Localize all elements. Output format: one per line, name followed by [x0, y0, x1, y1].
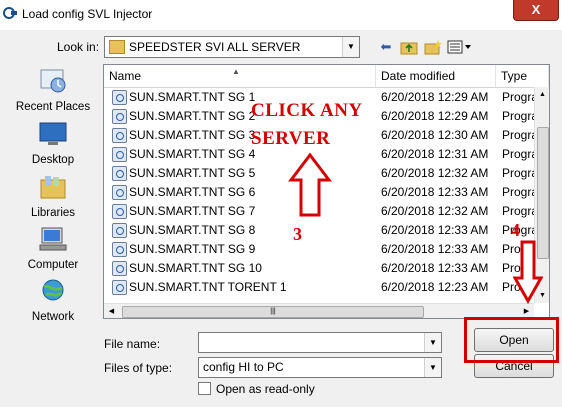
scroll-thumb[interactable]: ||| — [122, 306, 424, 318]
file-name: SUN.SMART.TNT SG 1 — [129, 90, 256, 104]
scroll-left-icon[interactable]: ◀ — [104, 304, 119, 318]
config-file-icon — [112, 223, 127, 238]
column-type[interactable]: Type — [496, 65, 549, 87]
new-folder-icon[interactable] — [423, 39, 443, 55]
annotation-step-4: 4 — [511, 220, 520, 240]
file-type: Progra — [502, 128, 539, 142]
file-type: Progra — [502, 147, 539, 161]
file-type: Progra — [502, 166, 539, 180]
file-type: Progra — [502, 185, 539, 199]
file-name: SUN.SMART.TNT SG 6 — [129, 185, 256, 199]
place-desktop[interactable]: Desktop — [8, 121, 98, 166]
window-title: Load config SVL Injector — [22, 7, 153, 21]
file-date: 6/20/2018 12:23 AM — [381, 280, 489, 294]
read-only-label: Open as read-only — [216, 382, 315, 396]
file-date: 6/20/2018 12:31 AM — [381, 147, 489, 161]
file-row[interactable]: SUN.SMART.TNT SG 10 6/20/2018 12:33 AM Pro… — [104, 259, 538, 278]
annotation-server: SERVER — [251, 128, 331, 149]
file-name: SUN.SMART.TNT SG 4 — [129, 147, 256, 161]
file-type: Progra — [502, 109, 539, 123]
file-name: SUN.SMART.TNT SG 10 — [129, 261, 262, 275]
computer-icon — [39, 227, 67, 251]
place-network[interactable]: Network — [8, 278, 98, 323]
config-file-icon — [112, 261, 127, 276]
look-in-dropdown[interactable]: SPEEDSTER SVI ALL SERVER ▼ — [104, 36, 360, 58]
sort-ascending-icon: ▲ — [232, 67, 240, 76]
file-name: SUN.SMART.TNT SG 7 — [129, 204, 256, 218]
files-of-type-label: Files of type: — [104, 361, 173, 375]
annotation-open-highlight — [464, 317, 559, 363]
config-file-icon — [112, 128, 127, 143]
recent-places-icon — [40, 69, 66, 93]
file-name-input[interactable]: ▼ — [198, 332, 442, 353]
file-date: 6/20/2018 12:29 AM — [381, 90, 489, 104]
file-type: Progra — [502, 204, 539, 218]
place-computer[interactable]: Computer — [8, 226, 98, 271]
network-icon — [42, 279, 64, 301]
chevron-down-icon[interactable]: ▼ — [424, 333, 441, 352]
config-file-icon — [112, 280, 127, 295]
config-file-icon — [112, 109, 127, 124]
file-row[interactable]: SUN.SMART.TNT SG 8 6/20/2018 12:33 AM Prog… — [104, 221, 538, 240]
open-file-dialog: Load config SVL Injector X Look in: SPEE… — [0, 0, 562, 407]
chevron-down-icon[interactable]: ▼ — [424, 358, 441, 377]
file-type: Progra — [502, 223, 539, 237]
file-date: 6/20/2018 12:33 AM — [381, 261, 489, 275]
desktop-icon — [39, 122, 67, 145]
folder-icon — [109, 40, 125, 54]
place-label: Recent Places — [15, 101, 91, 113]
column-name[interactable]: Name ▲ — [104, 65, 376, 87]
file-name: SUN.SMART.TNT SG 2 — [129, 109, 256, 123]
config-file-icon — [112, 166, 127, 181]
config-file-icon — [112, 147, 127, 162]
annotation-step-3: 3 — [293, 224, 302, 244]
annotation-down-arrow-icon — [513, 240, 543, 304]
read-only-checkbox[interactable] — [198, 382, 211, 395]
file-name: SUN.SMART.TNT SG 9 — [129, 242, 256, 256]
file-name: SUN.SMART.TNT SG 8 — [129, 223, 256, 237]
file-date: 6/20/2018 12:33 AM — [381, 242, 489, 256]
file-date: 6/20/2018 12:30 AM — [381, 128, 489, 142]
close-button[interactable]: X — [513, 0, 559, 21]
column-date-modified[interactable]: Date modified — [376, 65, 496, 87]
files-of-type-select[interactable]: config HI to PC ▼ — [198, 357, 442, 378]
look-in-label: Look in: — [57, 40, 100, 54]
file-name: SUN.SMART.TNT SG 3 — [129, 128, 256, 142]
look-in-value: SPEEDSTER SVI ALL SERVER — [129, 40, 301, 54]
file-name: SUN.SMART.TNT SG 5 — [129, 166, 256, 180]
file-row[interactable]: SUN.SMART.TNT TORENT 1 6/20/2018 12:23 AM… — [104, 278, 538, 297]
config-file-icon — [112, 242, 127, 257]
libraries-icon — [40, 176, 66, 199]
annotation-click-any: CLICK ANY — [251, 100, 363, 121]
view-menu-icon[interactable] — [447, 39, 473, 55]
title-bar: Load config SVL Injector X — [0, 0, 562, 30]
file-date: 6/20/2018 12:32 AM — [381, 166, 489, 180]
file-name-label: File name: — [104, 337, 161, 351]
back-arrow-icon[interactable]: ⬅ — [378, 39, 394, 55]
place-libraries[interactable]: Libraries — [8, 174, 98, 219]
app-icon — [3, 7, 17, 19]
place-label: Network — [31, 311, 75, 323]
place-label: Desktop — [31, 154, 75, 166]
file-date: 6/20/2018 12:33 AM — [381, 223, 489, 237]
column-header: Name ▲ Date modified Type — [104, 65, 549, 88]
annotation-up-arrow-icon — [288, 152, 332, 217]
file-date: 6/20/2018 12:29 AM — [381, 109, 489, 123]
chevron-down-icon[interactable]: ▼ — [342, 37, 359, 57]
file-date: 6/20/2018 12:32 AM — [381, 204, 489, 218]
config-file-icon — [112, 90, 127, 105]
scroll-up-icon[interactable]: ▲ — [535, 87, 549, 102]
file-type: Progra — [502, 90, 539, 104]
place-recent-places[interactable]: Recent Places — [8, 68, 98, 113]
file-date: 6/20/2018 12:33 AM — [381, 185, 489, 199]
place-label: Computer — [27, 259, 79, 271]
place-label: Libraries — [30, 207, 76, 219]
file-row[interactable]: SUN.SMART.TNT SG 9 6/20/2018 12:33 AM Prog… — [104, 240, 538, 259]
file-name: SUN.SMART.TNT TORENT 1 — [129, 280, 287, 294]
config-file-icon — [112, 185, 127, 200]
up-folder-icon[interactable] — [399, 39, 419, 55]
config-file-icon — [112, 204, 127, 219]
